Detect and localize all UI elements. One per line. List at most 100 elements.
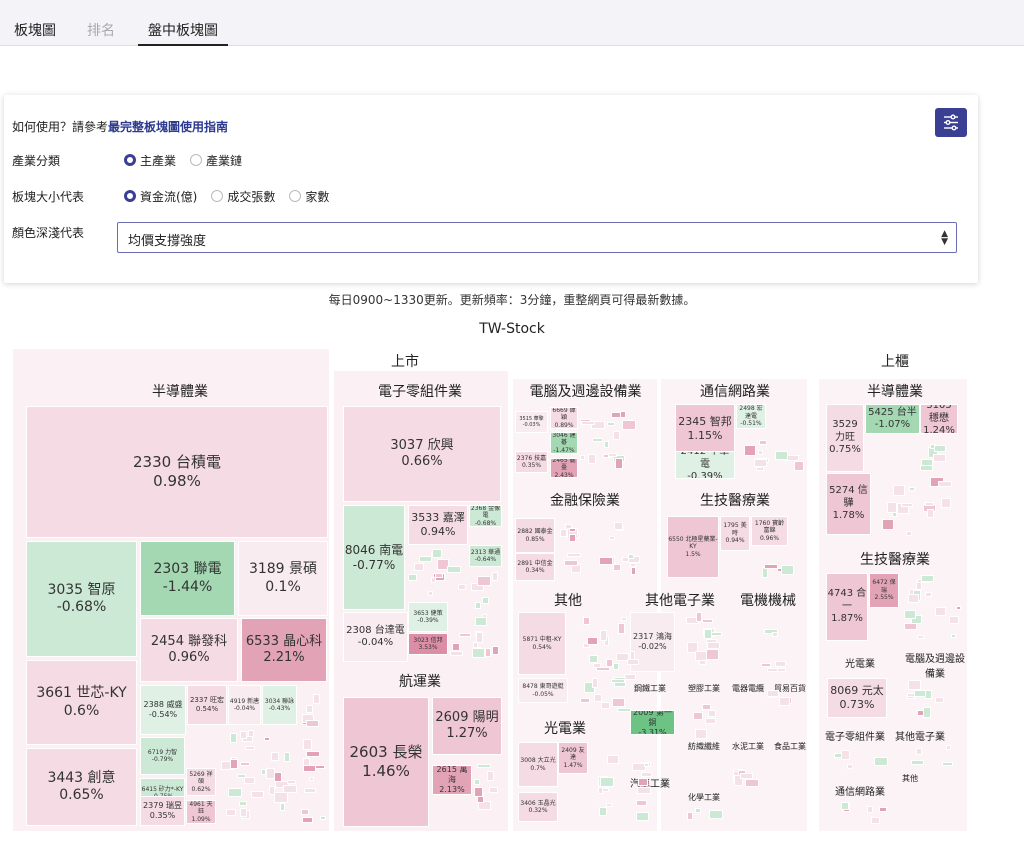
stock-cell[interactable]: 2379 瑞昱 0.35% (140, 796, 185, 826)
mini-stock-cell[interactable] (613, 431, 620, 440)
mini-stock-cell[interactable] (933, 454, 946, 462)
mini-stock-cell[interactable] (569, 534, 576, 542)
mini-stock-cell[interactable] (708, 710, 716, 717)
mini-stock-cell[interactable] (706, 649, 719, 660)
mini-stock-cell[interactable] (916, 748, 922, 755)
stock-cell[interactable]: 3105 穩懋 1.24% (920, 404, 958, 434)
stock-cell[interactable]: 3653 健策 -0.39% (408, 602, 448, 632)
mini-stock-cell[interactable] (475, 617, 487, 626)
mini-stock-cell[interactable] (904, 623, 917, 630)
stock-cell[interactable]: 5274 信驊 1.78% (826, 473, 871, 535)
mini-stock-cell[interactable] (592, 438, 603, 442)
stock-cell[interactable]: 3035 智原 -0.68% (26, 541, 137, 657)
mini-stock-cell[interactable] (487, 771, 494, 781)
mini-stock-cell[interactable] (306, 751, 320, 757)
stock-cell[interactable]: 3008 大立光 0.7% (518, 742, 558, 787)
stock-cell[interactable]: 4743 合一 1.87% (826, 573, 868, 641)
mini-stock-cell[interactable] (631, 567, 636, 575)
radio-volume[interactable] (211, 190, 224, 202)
stock-cell[interactable]: 2368 金像電 -0.68% (469, 505, 502, 527)
mini-stock-cell[interactable] (419, 556, 432, 562)
mini-stock-cell[interactable] (942, 762, 953, 766)
mini-stock-cell[interactable] (925, 592, 932, 597)
stock-cell[interactable]: 6719 力智 -0.79% (140, 737, 185, 775)
mini-stock-cell[interactable] (435, 573, 443, 578)
mini-stock-cell[interactable] (696, 612, 702, 622)
stock-cell[interactable]: 2345 智邦 1.15% (675, 404, 735, 454)
mini-stock-cell[interactable] (946, 745, 951, 750)
mini-stock-cell[interactable] (841, 802, 849, 810)
mini-stock-cell[interactable] (622, 420, 636, 430)
mini-stock-cell[interactable] (303, 739, 312, 750)
stock-cell[interactable]: 2388 威盛 -0.54% (140, 685, 186, 735)
mini-stock-cell[interactable] (611, 679, 625, 683)
mini-stock-cell[interactable] (920, 465, 933, 471)
mini-stock-cell[interactable] (598, 787, 603, 794)
mini-stock-cell[interactable] (621, 617, 627, 621)
mini-stock-cell[interactable] (764, 564, 778, 569)
mini-stock-cell[interactable] (450, 651, 463, 656)
mini-stock-cell[interactable] (309, 777, 314, 781)
mini-stock-cell[interactable] (637, 787, 651, 794)
guide-link[interactable]: 最完整板塊圖使用指南 (108, 118, 228, 135)
mini-stock-cell[interactable] (740, 773, 753, 779)
mini-stock-cell[interactable] (482, 597, 489, 604)
mini-stock-cell[interactable] (458, 584, 466, 590)
stock-cell[interactable]: 3023 信邦 3.53% (408, 633, 448, 655)
stock-cell[interactable]: 3661 世芯-KY 0.6% (26, 660, 137, 745)
radio-count[interactable] (289, 190, 302, 202)
stock-cell[interactable]: 2308 台達電 -0.04% (343, 612, 408, 662)
stock-cell[interactable]: 3515 華擎 -0.03% (515, 411, 548, 433)
mini-stock-cell[interactable] (630, 563, 636, 567)
mini-stock-cell[interactable] (244, 777, 255, 784)
stock-cell[interactable]: 1795 美時 0.94% (720, 516, 750, 551)
mini-stock-cell[interactable] (956, 606, 961, 610)
mini-stock-cell[interactable] (871, 817, 880, 824)
mini-stock-cell[interactable] (432, 549, 442, 558)
stock-cell[interactable]: 2465 麗臺 2.43% (550, 458, 578, 478)
mini-stock-cell[interactable] (472, 648, 485, 658)
mini-stock-cell[interactable] (867, 806, 873, 813)
mini-stock-cell[interactable] (489, 787, 498, 793)
stock-cell[interactable]: 5269 祥碩 0.62% (186, 768, 216, 796)
mini-stock-cell[interactable] (459, 633, 471, 637)
mini-stock-cell[interactable] (893, 485, 905, 496)
mini-stock-cell[interactable] (882, 519, 894, 530)
mini-stock-cell[interactable] (744, 445, 756, 456)
stock-cell[interactable]: 2330 台積電 0.98% (26, 406, 328, 538)
stock-cell[interactable]: 2412 中華電 -0.39% (675, 451, 735, 479)
stock-cell[interactable]: 2313 華通 -0.64% (469, 545, 502, 567)
mini-stock-cell[interactable] (599, 557, 613, 565)
mini-stock-cell[interactable] (906, 531, 912, 536)
mini-stock-cell[interactable] (908, 594, 919, 603)
mini-stock-cell[interactable] (485, 648, 491, 657)
mini-stock-cell[interactable] (228, 788, 242, 797)
mini-stock-cell[interactable] (226, 809, 236, 816)
stock-cell[interactable]: 3443 創意 0.65% (26, 748, 137, 826)
mini-stock-cell[interactable] (475, 602, 481, 609)
stock-cell[interactable]: 8069 元太 0.73% (827, 678, 887, 718)
mini-stock-cell[interactable] (274, 772, 282, 782)
sliders-icon[interactable] (935, 108, 967, 137)
mini-stock-cell[interactable] (606, 803, 612, 807)
stock-cell[interactable]: 2009 第一銅 -3.31% (630, 710, 675, 735)
mini-stock-cell[interactable] (230, 733, 237, 743)
mini-stock-cell[interactable] (794, 461, 804, 471)
mini-stock-cell[interactable] (599, 807, 607, 816)
stock-cell[interactable]: 3037 欣興 0.66% (343, 406, 501, 502)
stock-cell[interactable]: 2603 長榮 1.46% (343, 697, 429, 827)
mini-stock-cell[interactable] (613, 663, 619, 670)
mini-stock-cell[interactable] (917, 635, 924, 639)
stock-cell[interactable]: 6472 保瑞 2.55% (869, 573, 899, 608)
radio-capital-flow[interactable] (124, 190, 136, 202)
stock-cell[interactable]: 2303 聯電 -1.44% (140, 541, 235, 616)
mini-stock-cell[interactable] (618, 623, 625, 634)
mini-stock-cell[interactable] (607, 755, 619, 764)
mini-stock-cell[interactable] (772, 632, 778, 637)
mini-stock-cell[interactable] (264, 737, 270, 741)
mini-stock-cell[interactable] (879, 807, 887, 812)
mini-stock-cell[interactable] (628, 554, 634, 559)
mini-stock-cell[interactable] (779, 697, 790, 706)
mini-stock-cell[interactable] (904, 610, 916, 619)
mini-stock-cell[interactable] (303, 765, 316, 772)
